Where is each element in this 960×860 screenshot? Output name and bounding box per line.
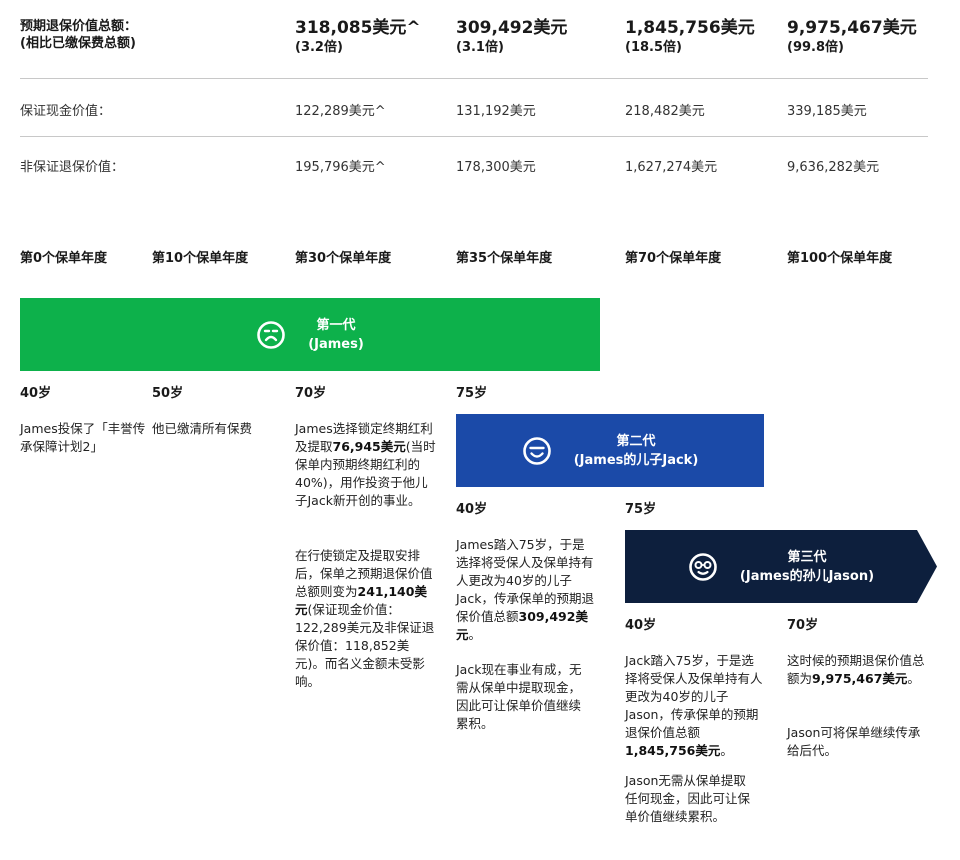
total-multiple: (18.5倍): [625, 40, 682, 55]
divider: [20, 136, 928, 137]
cash-value: 131,192美元: [456, 104, 536, 119]
total-col5: 1,845,756美元 (18.5倍): [625, 17, 755, 57]
policy-year: 第30个保单年度: [295, 251, 392, 266]
generation-subtitle: (James的孙儿Jason): [739, 568, 875, 584]
divider: [20, 78, 928, 79]
total-col6: 9,975,467美元 (99.8倍): [787, 17, 917, 57]
non-guaranteed-value: 178,300美元: [456, 160, 536, 175]
total-multiple: (99.8倍): [787, 40, 844, 55]
total-multiple: (3.2倍): [295, 40, 343, 55]
event-text-col6-p1: 这时候的预期退保价值总额为9,975,467美元。: [787, 653, 925, 686]
event-text-col3-p1: James选择锁定终期红利及提取76,945美元(当时保单内预期终期红利的40%…: [295, 421, 436, 508]
event-text-col6-p2: Jason可将保单继续传承给后代。: [787, 725, 921, 758]
smile-face-icon: [522, 436, 552, 466]
event-text-col5-p2: Jason无需从保单提取任何现金，因此可让保单价值继续累积。: [625, 773, 751, 824]
event-text-col3-p2: 在行使锁定及提取安排后，保单之预期退保价值总额则变为241,140美元(保证现金…: [295, 548, 435, 689]
glasses-face-icon: [688, 552, 718, 582]
generation-1-bar: 第一代 (James): [20, 298, 600, 371]
age-label: 75岁: [456, 386, 488, 401]
generation-title: 第三代: [787, 549, 827, 565]
non-guaranteed-value: 9,636,282美元: [787, 160, 880, 175]
total-multiple: (3.1倍): [456, 40, 504, 55]
non-guaranteed-value: 1,627,274美元: [625, 160, 718, 175]
total-value: 309,492美元: [456, 18, 568, 38]
sad-face-icon: [256, 320, 286, 350]
age-label: 40岁: [456, 502, 488, 517]
policy-year: 第70个保单年度: [625, 251, 722, 266]
generation-subtitle: (James): [308, 336, 364, 352]
non-guaranteed-value: 195,796美元^: [295, 160, 386, 175]
event-text-col4-p2: Jack现在事业有成，无需从保单中提取现金，因此可让保单价值继续累积。: [456, 662, 582, 731]
age-label: 75岁: [625, 502, 657, 517]
total-value: 9,975,467美元: [787, 18, 917, 38]
total-label-line2: (相比已缴保费总额): [20, 36, 136, 51]
cash-value: 339,185美元: [787, 104, 867, 119]
age-label: 70岁: [295, 386, 327, 401]
age-label: 50岁: [152, 386, 184, 401]
event-text-col2: 他已缴清所有保费: [152, 421, 253, 436]
policy-year: 第35个保单年度: [456, 251, 553, 266]
generation-title: 第一代: [316, 317, 356, 333]
total-col4: 309,492美元 (3.1倍): [456, 17, 567, 57]
generation-title: 第二代: [616, 433, 656, 449]
total-value: 318,085美元^: [295, 18, 421, 38]
generation-2-bar: 第二代 (James的儿子Jack): [456, 414, 764, 487]
age-label: 40岁: [20, 386, 52, 401]
guaranteed-cash-label: 保证现金价值：: [20, 104, 112, 119]
event-text-col5-p1: Jack踏入75岁，于是选择将受保人及保单持有人更改为40岁的儿子Jason，传…: [625, 653, 763, 758]
age-label: 70岁: [787, 618, 819, 633]
non-guaranteed-label: 非保证退保价值：: [20, 160, 125, 175]
age-label: 40岁: [625, 618, 657, 633]
generation-subtitle: (James的儿子Jack): [573, 452, 699, 468]
total-col3: 318,085美元^ (3.2倍): [295, 17, 421, 57]
generation-3-bar: 第三代 (James的孙儿Jason): [625, 530, 937, 603]
event-text-col1: James投保了「丰誉传承保障计划2」: [20, 421, 146, 454]
cash-value: 122,289美元^: [295, 104, 386, 119]
event-text-col4-p1: James踏入75岁，于是选择将受保人及保单持有人更改为40岁的儿子 Jack，…: [456, 537, 594, 642]
policy-year: 第100个保单年度: [787, 251, 893, 266]
total-value: 1,845,756美元: [625, 18, 755, 38]
policy-year: 第0个保单年度: [20, 251, 108, 266]
total-surrender-label: 预期退保价值总额： (相比已缴保费总额): [20, 18, 137, 52]
total-label-line1: 预期退保价值总额：: [20, 19, 138, 34]
cash-value: 218,482美元: [625, 104, 705, 119]
policy-year: 第10个保单年度: [152, 251, 249, 266]
